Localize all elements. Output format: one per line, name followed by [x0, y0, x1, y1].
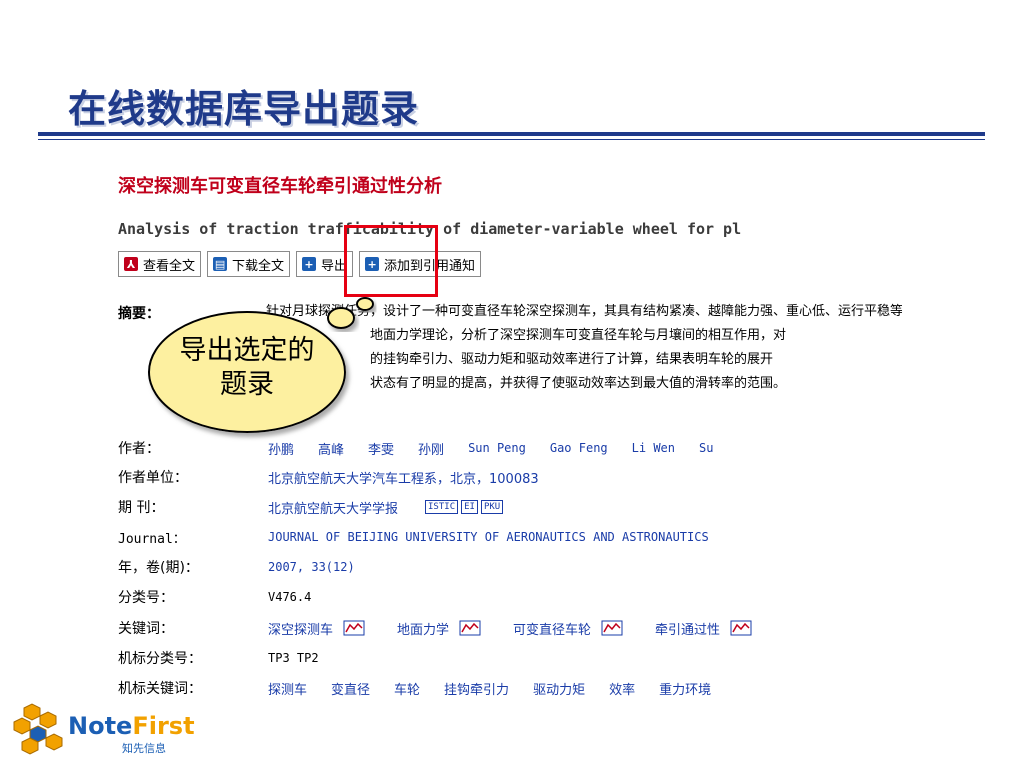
author-link[interactable]: Sun Peng [468, 441, 526, 455]
paper-title-cn[interactable]: 深空探测车可变直径车轮牵引通过性分析 [118, 172, 442, 198]
logo-wordmark: NoteFirst [68, 712, 195, 740]
keyword-link[interactable]: 地面力学 [397, 619, 449, 638]
year-label: 年，卷(期)： [118, 560, 199, 576]
year-link[interactable]: 2007, 33(12) [268, 560, 355, 574]
title-rule-thin [38, 139, 985, 140]
class-label: 分类号： [118, 590, 174, 606]
pdf-icon: ⅄ [124, 257, 138, 271]
trend-chart-icon[interactable] [601, 620, 623, 636]
keywords-row: 关键词： 深空探测车 地面力学 可变直径车轮 牵引通过性 [118, 618, 760, 638]
export-highlight-box [344, 225, 438, 297]
machine-keyword-link[interactable]: 效率 [609, 679, 635, 698]
trend-chart-icon[interactable] [730, 620, 752, 636]
machine-keyword-link[interactable]: 车轮 [394, 679, 420, 698]
class-row: 分类号： V476.4 [118, 587, 311, 607]
author-link[interactable]: Gao Feng [550, 441, 608, 455]
journal-tag: EI [461, 500, 478, 514]
journal-link[interactable]: 北京航空航天大学学报 [268, 498, 398, 517]
journal-en-row: Journal： JOURNAL OF BEIJING UNIVERSITY O… [118, 527, 709, 547]
journal-en-link[interactable]: JOURNAL OF BEIJING UNIVERSITY OF AERONAU… [268, 530, 709, 544]
logo-subtitle: 知先信息 [122, 742, 166, 755]
machine-class-row: 机标分类号： TP3 TP2 [118, 648, 319, 668]
author-link[interactable]: 孙刚 [418, 439, 444, 458]
affiliation-row: 作者单位： 北京航空航天大学汽车工程系，北京，100083 [118, 467, 539, 487]
author-link[interactable]: Li Wen [632, 441, 675, 455]
machine-class-label: 机标分类号： [118, 651, 202, 667]
journal-tag: PKU [480, 500, 504, 514]
class-value: V476.4 [268, 590, 312, 604]
save-icon: ▤ [213, 257, 228, 271]
callout-bubble: 导出选定的 题录 [145, 296, 385, 446]
affiliation-label: 作者单位： [118, 470, 188, 486]
machine-keyword-link[interactable]: 探测车 [268, 679, 307, 698]
keyword-link[interactable]: 牵引通过性 [655, 619, 720, 638]
journal-tag: ISTIC [425, 500, 459, 514]
download-full-text-button[interactable]: ▤ 下载全文 [207, 251, 291, 277]
machine-keywords-label: 机标关键词： [118, 681, 202, 697]
callout-line: 导出选定的 [179, 335, 315, 366]
plus-icon: + [302, 257, 317, 271]
trend-chart-icon[interactable] [459, 620, 481, 636]
keyword-link[interactable]: 深空探测车 [268, 619, 333, 638]
journal-en-label: Journal： [118, 531, 186, 547]
trend-chart-icon[interactable] [343, 620, 365, 636]
machine-class-value: TP3 TP2 [268, 651, 319, 665]
download-full-text-label: 下载全文 [232, 258, 285, 274]
author-link[interactable]: Su [699, 441, 713, 455]
machine-keyword-link[interactable]: 变直径 [331, 679, 370, 698]
machine-keyword-link[interactable]: 驱动力矩 [533, 679, 585, 698]
title-rule [38, 132, 985, 136]
machine-keyword-link[interactable]: 重力环境 [659, 679, 711, 698]
keywords-label: 关键词： [118, 621, 174, 637]
machine-keyword-link[interactable]: 挂钩牵引力 [444, 679, 509, 698]
affiliation-link[interactable]: 北京航空航天大学汽车工程系，北京，100083 [268, 468, 539, 487]
view-full-text-label: 查看全文 [143, 258, 196, 274]
view-full-text-button[interactable]: ⅄ 查看全文 [118, 251, 202, 277]
journal-row: 期 刊： 北京航空航天大学学报 ISTIC EI PKU [118, 497, 504, 517]
keyword-link[interactable]: 可变直径车轮 [513, 619, 591, 638]
callout-text: 导出选定的 题录 [145, 334, 349, 402]
callout-line: 题录 [220, 369, 274, 400]
slide-title: 在线数据库导出题录 [68, 86, 420, 131]
machine-keywords-row: 机标关键词： 探测车 变直径 车轮 挂钩牵引力 驱动力矩 效率 重力环境 [118, 678, 711, 698]
year-row: 年，卷(期)： 2007, 33(12) [118, 557, 355, 577]
journal-label: 期 刊： [118, 500, 165, 516]
